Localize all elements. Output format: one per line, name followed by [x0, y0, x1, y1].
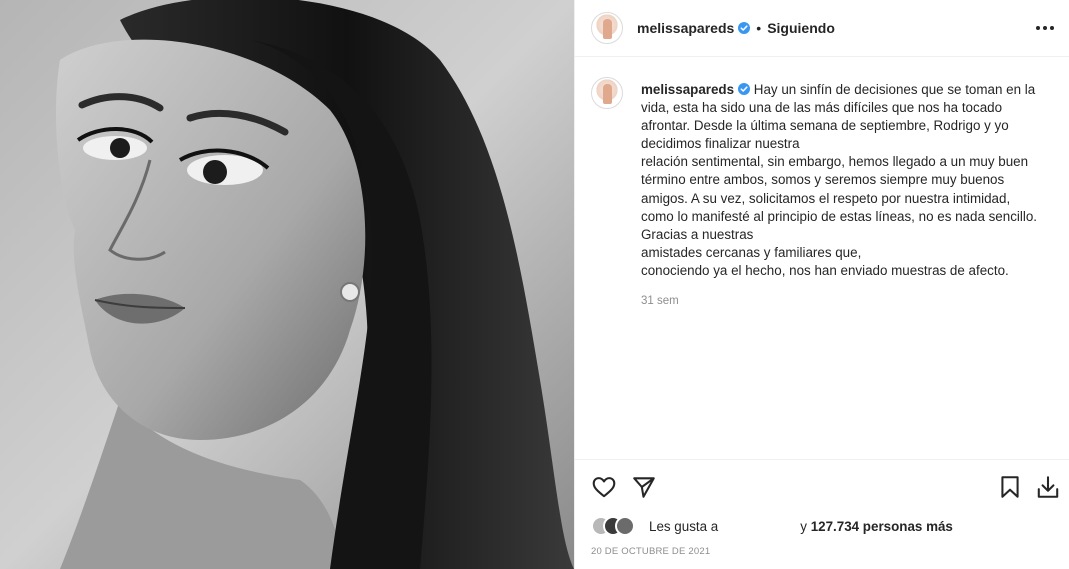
caption-author-avatar[interactable] — [591, 77, 623, 109]
post-details-panel: melissapareds • Siguiendo melissapareds … — [574, 0, 1069, 569]
action-bar — [575, 459, 1069, 511]
bookmark-icon[interactable] — [997, 474, 1023, 500]
author-username[interactable]: melissapareds — [637, 20, 734, 36]
caption-line: término entre ambos, somos y seremos sie… — [641, 172, 1005, 188]
caption-line: afrontar. Desde la última semana de sept… — [641, 118, 1009, 134]
post-date: 20 DE OCTUBRE DE 2021 — [591, 546, 711, 557]
caption-line-text: Hay un sinfín de decisiones que se toman… — [753, 82, 1036, 97]
avatar — [615, 516, 635, 536]
caption-line: decidimos finalizar nuestra — [641, 136, 800, 152]
following-button[interactable]: Siguiendo — [767, 20, 835, 36]
caption-line: amigos. A su vez, solicitamos el respeto… — [641, 190, 1011, 206]
likes-summary: Les gusta a y 127.734 personas más — [591, 515, 953, 537]
post-header: melissapareds • Siguiendo — [575, 0, 1069, 57]
download-icon[interactable] — [1035, 474, 1061, 500]
post-photo[interactable] — [0, 0, 574, 569]
send-icon[interactable] — [631, 474, 657, 500]
likes-count-value[interactable]: 127.734 personas más — [811, 519, 953, 534]
author-avatar[interactable] — [591, 12, 623, 44]
caption-section: melissapareds Hay un sinfín de decisione… — [575, 57, 1069, 459]
heart-icon[interactable] — [591, 474, 617, 500]
likes-prefix: Les gusta a — [649, 518, 719, 534]
caption-line: amistades cercanas y familiares que, — [641, 244, 862, 260]
caption-line: relación sentimental, sin embargo, hemos… — [641, 154, 1029, 170]
verified-badge-icon — [738, 83, 751, 95]
liker-avatars[interactable] — [591, 516, 635, 536]
portrait-image — [0, 0, 574, 569]
caption-line: conociendo ya el hecho, nos han enviado … — [641, 262, 1009, 278]
caption-line: melissapareds Hay un sinfín de decisione… — [641, 81, 1056, 99]
caption-timestamp[interactable]: 31 sem — [641, 295, 679, 307]
caption-line: Gracias a nuestras — [641, 226, 754, 242]
caption-text: melissapareds Hay un sinfín de decisione… — [641, 81, 1056, 280]
caption-line: vida, esta ha sido una de las más difíci… — [641, 100, 1003, 116]
more-options-icon[interactable] — [1034, 17, 1056, 39]
header-separator: • — [756, 20, 762, 36]
caption-username[interactable]: melissapareds — [641, 82, 734, 97]
likes-count-conjunction: y — [800, 518, 807, 534]
caption-line: como lo manifesté al principio de estas … — [641, 208, 1037, 224]
likes-count[interactable]: y 127.734 personas más — [800, 519, 953, 534]
verified-badge-icon — [738, 22, 751, 34]
